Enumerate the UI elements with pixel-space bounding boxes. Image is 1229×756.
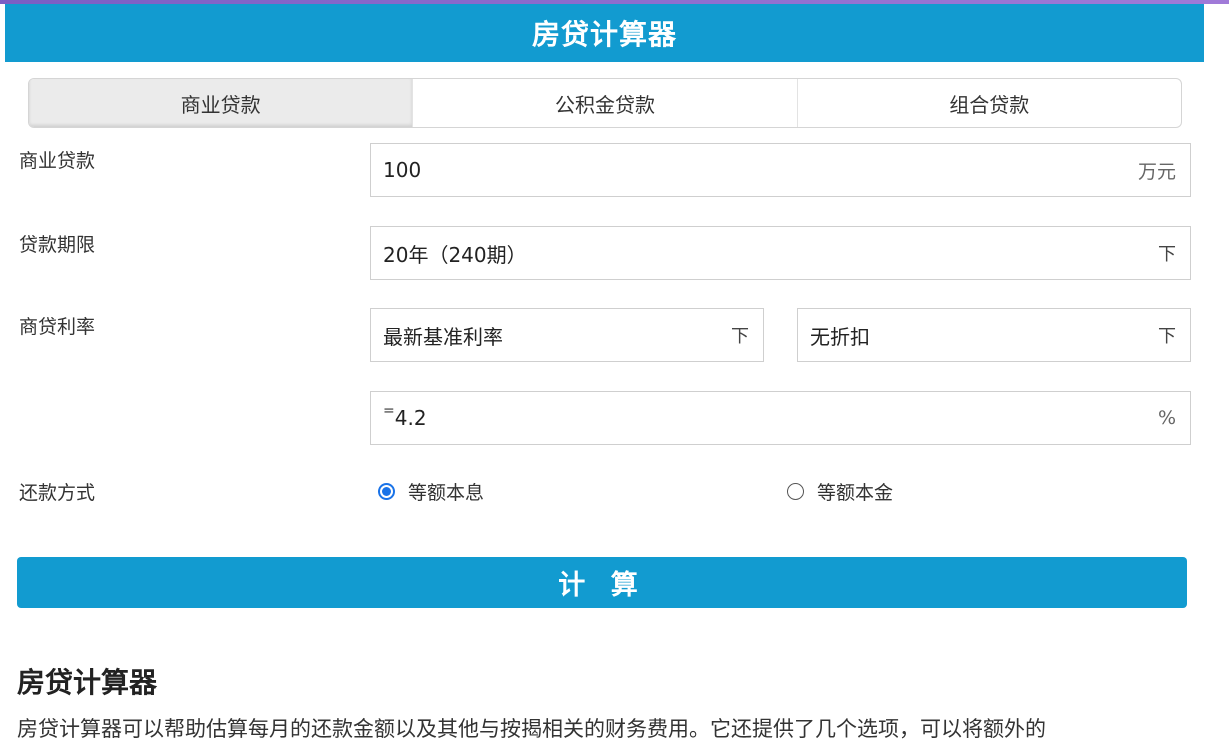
- radio-equal-principal[interactable]: 等额本金: [787, 478, 893, 505]
- tab-combined-loan[interactable]: 组合贷款: [796, 79, 1181, 127]
- loan-amount-label: 商业贷款: [19, 150, 96, 172]
- loan-amount-unit: 万元: [1137, 160, 1176, 183]
- info-title: 房贷计算器: [17, 666, 158, 699]
- base-rate-value: 最新基准利率: [383, 324, 503, 349]
- loan-term-select[interactable]: 20年（240期） 下: [370, 226, 1191, 280]
- tab-provident-fund-loan[interactable]: 公积金贷款: [412, 79, 796, 127]
- chevron-down-icon: 下: [1158, 326, 1176, 347]
- loan-type-tabs: 商业贷款 公积金贷款 组合贷款: [28, 78, 1182, 128]
- page-title: 房贷计算器: [531, 18, 677, 51]
- chevron-down-icon: 下: [731, 326, 749, 347]
- radio-unchecked-icon[interactable]: [787, 483, 804, 500]
- calculate-button[interactable]: 计 算: [17, 557, 1187, 608]
- rate-discount-select[interactable]: 无折扣 下: [797, 308, 1191, 362]
- radio-label: 等额本金: [817, 482, 894, 504]
- chevron-down-icon: 下: [1158, 244, 1176, 265]
- rate-discount-value: 无折扣: [810, 324, 870, 349]
- repayment-method-label: 还款方式: [19, 482, 96, 504]
- equals-sign: =: [383, 403, 395, 419]
- page-right-margin: [1204, 4, 1229, 756]
- radio-label: 等额本息: [408, 482, 485, 504]
- tab-commercial-loan[interactable]: 商业贷款: [29, 79, 413, 127]
- radio-checked-icon[interactable]: [378, 483, 395, 500]
- loan-amount-field[interactable]: 100 万元: [370, 143, 1191, 197]
- loan-amount-value: 100: [383, 158, 422, 182]
- page-header: 房贷计算器: [5, 4, 1204, 62]
- base-rate-select[interactable]: 最新基准利率 下: [370, 308, 764, 362]
- rate-result-value: 4.2: [394, 406, 427, 430]
- loan-term-label: 贷款期限: [19, 234, 96, 256]
- loan-term-value: 20年（240期）: [383, 242, 527, 267]
- rate-label: 商贷利率: [19, 316, 96, 338]
- info-description: 房贷计算器可以帮助估算每月的还款金额以及其他与按揭相关的财务费用。它还提供了几个…: [17, 717, 1046, 741]
- rate-result-field[interactable]: =4.2 %: [370, 391, 1191, 445]
- radio-equal-installment[interactable]: 等额本息: [378, 478, 484, 505]
- percent-unit: %: [1157, 407, 1176, 429]
